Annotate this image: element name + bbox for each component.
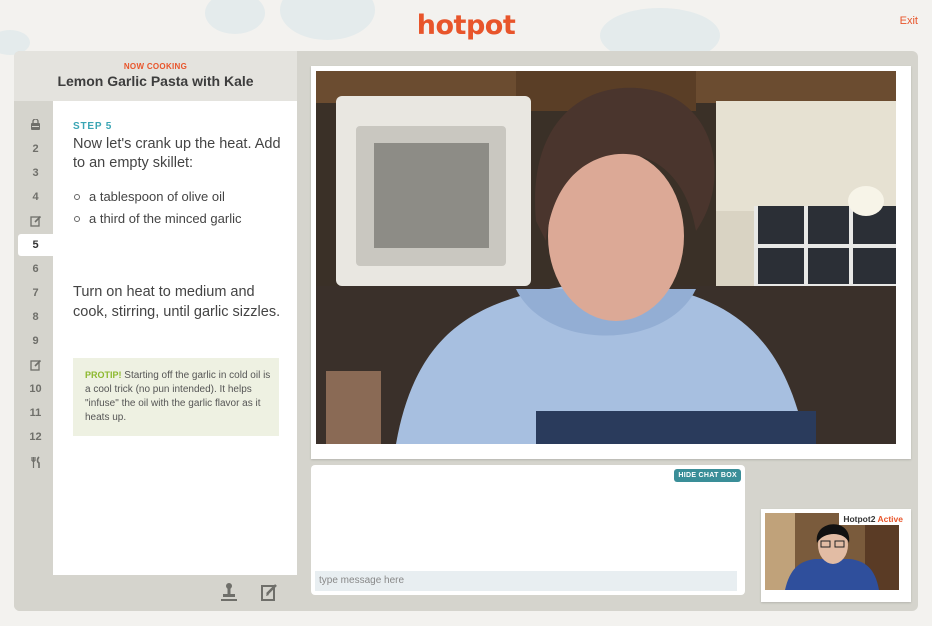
step-intro-text: Now let's crank up the heat. Add to an e… bbox=[73, 136, 281, 171]
step-nav-8[interactable]: 8 bbox=[18, 306, 53, 328]
step-nav-note-1[interactable] bbox=[18, 210, 53, 232]
chat-box: HIDE CHAT BOX bbox=[311, 465, 745, 595]
list-item: a third of the minced garlic bbox=[73, 208, 241, 230]
step-nav-10[interactable]: 10 bbox=[18, 378, 53, 400]
step-navigation: 2 3 4 5 6 7 8 9 10 11 12 bbox=[14, 101, 53, 575]
protip-box: PROTIP! Starting off the garlic in cold … bbox=[73, 358, 279, 436]
step-nav-note-2[interactable] bbox=[18, 354, 53, 376]
chat-message-input[interactable] bbox=[315, 571, 737, 591]
edit-note-icon[interactable] bbox=[260, 582, 280, 607]
step-nav-3[interactable]: 3 bbox=[18, 162, 53, 184]
main-video-feed bbox=[311, 66, 911, 459]
participant-label: Hotpot2 Active bbox=[839, 513, 907, 525]
exit-link[interactable]: Exit bbox=[900, 15, 918, 27]
recipe-toolbar bbox=[14, 575, 297, 611]
step-nav-4[interactable]: 4 bbox=[18, 186, 53, 208]
recipe-header: NOW COOKING Lemon Garlic Pasta with Kale bbox=[14, 51, 297, 101]
participant-status: Active bbox=[877, 514, 903, 524]
participant-name: Hotpot2 bbox=[843, 514, 876, 524]
step-nav-9[interactable]: 9 bbox=[18, 330, 53, 352]
recipe-title: Lemon Garlic Pasta with Kale bbox=[57, 73, 254, 89]
step-nav-11[interactable]: 11 bbox=[18, 402, 53, 424]
list-item: a tablespoon of olive oil bbox=[73, 186, 241, 208]
fork-knife-icon bbox=[30, 456, 42, 468]
video-frame bbox=[316, 71, 896, 444]
step-nav-2[interactable]: 2 bbox=[18, 138, 53, 160]
ingredient-list: a tablespoon of olive oil a third of the… bbox=[73, 186, 241, 230]
main-panel: NOW COOKING Lemon Garlic Pasta with Kale… bbox=[14, 51, 918, 611]
step-label: STEP 5 bbox=[73, 121, 113, 132]
note-edit-icon bbox=[29, 215, 42, 227]
step-nav-5[interactable]: 5 bbox=[18, 234, 53, 256]
step-nav-12[interactable]: 12 bbox=[18, 426, 53, 448]
shopping-bag-icon bbox=[30, 118, 41, 131]
note-edit-icon bbox=[29, 359, 42, 371]
participant-video-thumbnail[interactable]: Hotpot2 Active bbox=[761, 509, 911, 602]
stamp-icon[interactable] bbox=[220, 582, 238, 607]
protip-label: PROTIP! bbox=[85, 370, 122, 380]
hide-chat-button[interactable]: HIDE CHAT BOX bbox=[674, 469, 741, 482]
step-nav-7[interactable]: 7 bbox=[18, 282, 53, 304]
step-instruction-text: Turn on heat to medium and cook, stirrin… bbox=[73, 284, 281, 320]
step-nav-6[interactable]: 6 bbox=[18, 258, 53, 280]
step-nav-serve[interactable] bbox=[18, 451, 53, 473]
now-cooking-label: NOW COOKING bbox=[123, 62, 188, 71]
hotpot-logo: hotpot bbox=[416, 10, 516, 41]
step-nav-shopping[interactable] bbox=[18, 114, 53, 136]
step-content: STEP 5 Now let's crank up the heat. Add … bbox=[53, 101, 297, 575]
